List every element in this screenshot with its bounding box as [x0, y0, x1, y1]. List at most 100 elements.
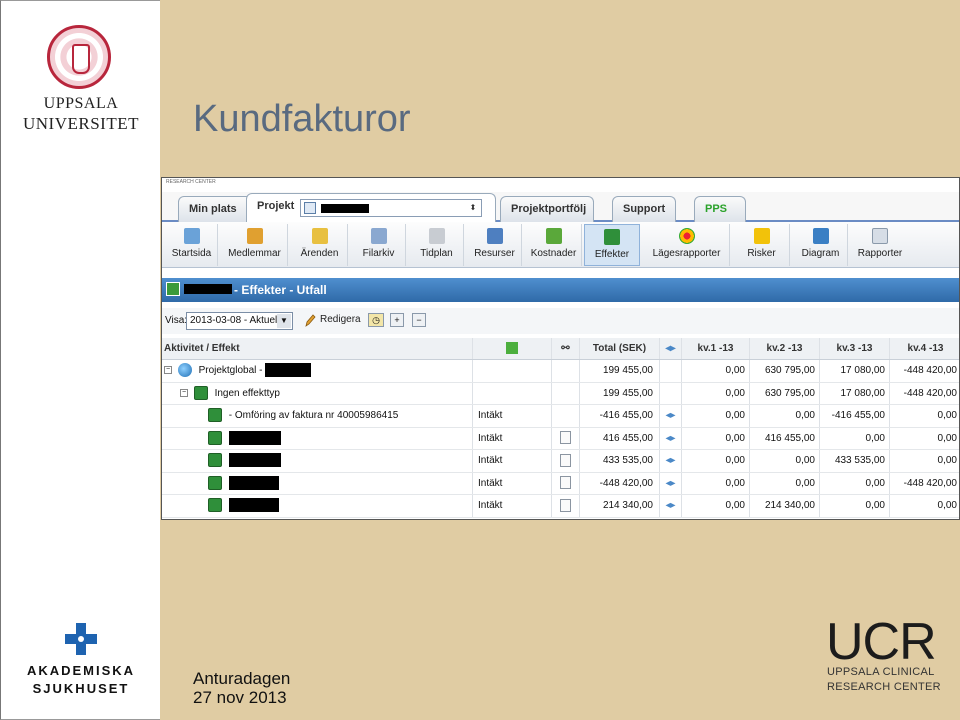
collapse-toggle-icon[interactable]: − — [164, 366, 172, 375]
move-arrows-icon[interactable]: ◂▸ — [660, 450, 682, 472]
toolbar-diagram[interactable]: Diagram — [794, 224, 848, 266]
akademiska-logo-line1: AKADEMISKA — [26, 663, 136, 678]
table-row[interactable]: Intäkt 416 455,00 ◂▸ 0,00 416 455,00 0,0… — [162, 427, 959, 450]
app-screenshot: RESEARCH CENTER Min plats Projekt ⬍ Proj… — [161, 177, 960, 520]
toolbar-kostnader[interactable]: Kostnader — [526, 224, 582, 266]
move-arrows-icon[interactable]: ◂▸ — [660, 405, 682, 427]
column-header-link[interactable]: ⚯ — [552, 338, 580, 359]
bar-chart-icon — [812, 228, 829, 244]
project-name-redacted — [184, 284, 232, 294]
footer-event: Anturadagen — [193, 669, 291, 688]
ucr-logo-line1: UPPSALA CLINICAL — [827, 666, 935, 678]
file-archive-icon — [370, 228, 387, 244]
document-icon[interactable] — [560, 453, 571, 467]
redacted-text — [228, 498, 279, 513]
ucr-logo: UCR — [826, 613, 937, 671]
module-toolbar: Startsida Medlemmar Ärenden Filarkiv Tid… — [162, 222, 959, 268]
chevron-updown-icon[interactable]: ⬍ — [467, 201, 479, 215]
column-header-kv2[interactable]: kv.2 -13 — [750, 338, 820, 359]
table-row[interactable]: Intäkt 433 535,00 ◂▸ 0,00 0,00 433 535,0… — [162, 450, 959, 473]
report-icon — [872, 228, 888, 244]
visa-select[interactable]: 2013-03-08 - Aktuell ▼ — [186, 312, 293, 330]
effect-chart-icon — [208, 408, 222, 423]
column-header-type[interactable] — [472, 338, 552, 359]
move-arrows-icon[interactable]: ◂▸ — [660, 495, 682, 517]
toolbar-filarkiv[interactable]: Filarkiv — [352, 224, 406, 266]
footer-date: 27 nov 2013 — [193, 688, 287, 707]
home-icon — [183, 228, 200, 244]
tab-pps[interactable]: PPS — [694, 196, 746, 222]
traffic-light-icon — [678, 228, 695, 244]
slide-sidebar: UPPSALA UNIVERSITET AKADEMISKA SJUKHUSET — [0, 0, 160, 720]
row-label: Ingen effekttyp — [214, 387, 280, 399]
table-row[interactable]: Intäkt 214 340,00 ◂▸ 0,00 214 340,00 0,0… — [162, 495, 959, 518]
column-header-total[interactable]: Total (SEK) — [580, 338, 660, 359]
table-row[interactable]: − Ingen effekttyp 199 455,00 0,00 630 79… — [162, 382, 959, 405]
project-name-redacted — [321, 204, 369, 213]
uppsala-university-seal-icon — [47, 25, 111, 89]
redacted-text — [228, 430, 281, 445]
warning-icon — [753, 228, 770, 244]
uu-logo-line1: UPPSALA — [43, 95, 119, 112]
toolbar-risker[interactable]: Risker — [734, 224, 790, 266]
toolbar-medlemmar[interactable]: Medlemmar — [222, 224, 288, 266]
chevron-down-icon[interactable]: ▼ — [277, 314, 291, 328]
left-right-arrows-icon: ◂▸ — [665, 343, 676, 354]
tab-projekt-label: Projekt — [257, 200, 295, 212]
tab-projektportfolj[interactable]: Projektportfölj — [500, 196, 594, 222]
redacted-text — [265, 363, 312, 378]
project-type-icon — [304, 202, 316, 214]
table-row[interactable]: - Omföring av faktura nr 40005986415 Int… — [162, 405, 959, 428]
tab-bar: Min plats Projekt ⬍ Projektportfölj Supp… — [162, 192, 959, 223]
row-label: Projektglobal - — [198, 365, 263, 376]
move-arrows-icon[interactable]: ◂▸ — [660, 427, 682, 449]
view-bar: Visa: 2013-03-08 - Aktuell ▼ Redigera ◷ … — [162, 308, 959, 334]
collapse-toggle-icon[interactable]: − — [180, 388, 188, 397]
redigera-button[interactable]: Redigera — [300, 312, 365, 330]
members-icon — [246, 228, 263, 244]
akademiska-logo-line2: SJUKHUSET — [32, 681, 130, 696]
link-icon: ⚯ — [561, 343, 570, 354]
tab-min-plats[interactable]: Min plats — [178, 196, 252, 222]
slide-title: Kundfakturor — [193, 98, 411, 140]
project-select[interactable]: ⬍ — [300, 199, 482, 217]
uu-logo-line2: UNIVERSITET — [23, 114, 139, 133]
document-icon[interactable] — [560, 431, 571, 445]
toolbar-startsida[interactable]: Startsida — [166, 224, 218, 266]
akademiska-cross-icon — [65, 623, 97, 655]
effects-table: Aktivitet / Effekt ⚯ Total (SEK) ◂▸ kv.1… — [162, 338, 959, 518]
app-top-strip: RESEARCH CENTER — [162, 178, 959, 192]
effects-chart-icon — [604, 229, 620, 245]
expand-all-icon[interactable]: + — [390, 313, 404, 327]
costs-icon — [545, 228, 562, 244]
effect-chart-icon — [193, 385, 208, 400]
move-arrows-icon[interactable]: ◂▸ — [660, 472, 682, 494]
table-row[interactable]: − Projektglobal - 199 455,00 0,00 630 79… — [162, 360, 959, 383]
toolbar-resurser[interactable]: Resurser — [468, 224, 522, 266]
toolbar-tidplan[interactable]: Tidplan — [410, 224, 464, 266]
column-header-kv3[interactable]: kv.3 -13 — [820, 338, 890, 359]
tab-support[interactable]: Support — [612, 196, 676, 222]
ucr-logo-line2: RESEARCH CENTER — [827, 681, 941, 693]
table-row[interactable]: Intäkt -448 420,00 ◂▸ 0,00 0,00 0,00 -44… — [162, 472, 959, 495]
column-header-nav[interactable]: ◂▸ — [660, 338, 682, 359]
effect-chart-icon — [208, 475, 222, 490]
effect-chart-icon — [208, 498, 222, 513]
column-header-kv1[interactable]: kv.1 -13 — [682, 338, 750, 359]
effect-chart-icon — [208, 453, 222, 468]
toolbar-rapporter[interactable]: Rapporter — [852, 224, 908, 266]
globe-icon — [177, 363, 192, 378]
toolbar-arenden[interactable]: Ärenden — [292, 224, 348, 266]
document-icon[interactable] — [560, 476, 571, 490]
document-icon[interactable] — [560, 498, 571, 512]
timeline-icon — [428, 228, 445, 244]
row-label: - Omföring av faktura nr 40005986415 — [228, 410, 399, 421]
redacted-text — [228, 453, 281, 468]
column-header-kv4[interactable]: kv.4 -13 — [890, 338, 959, 359]
toolbar-lagesrapporter[interactable]: Lägesrapporter — [644, 224, 730, 266]
table-header-row: Aktivitet / Effekt ⚯ Total (SEK) ◂▸ kv.1… — [162, 338, 959, 360]
column-header-activity[interactable]: Aktivitet / Effekt — [162, 338, 472, 359]
collapse-all-icon[interactable]: − — [412, 313, 426, 327]
clock-settings-icon[interactable]: ◷ — [368, 313, 384, 327]
toolbar-effekter[interactable]: Effekter — [584, 224, 640, 266]
